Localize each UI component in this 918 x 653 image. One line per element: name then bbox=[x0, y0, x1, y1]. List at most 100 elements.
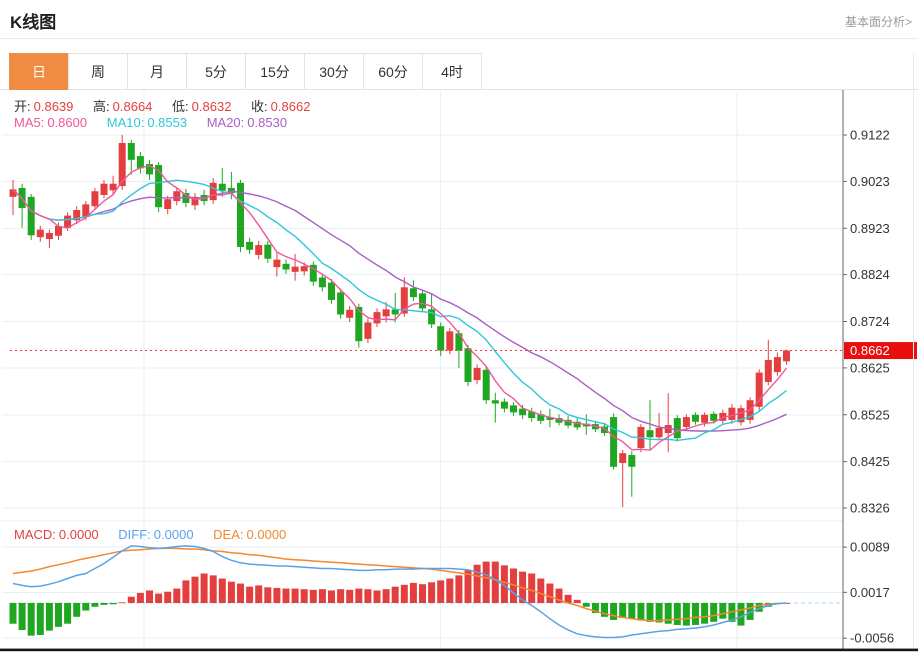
candle-body bbox=[382, 309, 390, 317]
macd-bar bbox=[246, 586, 254, 603]
macd-bar bbox=[309, 589, 317, 603]
macd-bar bbox=[646, 603, 654, 622]
candle-body bbox=[127, 142, 135, 160]
candle-body bbox=[755, 372, 763, 407]
candle-body bbox=[673, 418, 681, 439]
ma5-line bbox=[12, 165, 788, 451]
y-axis-label: 0.8923 bbox=[850, 221, 890, 236]
macd-bar bbox=[136, 592, 144, 603]
macd-bar bbox=[346, 589, 354, 603]
macd-bar bbox=[100, 603, 108, 605]
macd-bar bbox=[719, 603, 727, 619]
candle-body bbox=[109, 183, 117, 191]
tab-周[interactable]: 周 bbox=[68, 53, 128, 90]
y-axis-label: 0.8724 bbox=[850, 314, 890, 329]
macd-bar bbox=[282, 588, 290, 603]
ma5-value: 0.8600 bbox=[47, 115, 88, 130]
macd-bar bbox=[482, 561, 490, 603]
y-axis-label: 0.9023 bbox=[850, 174, 890, 189]
candle-body bbox=[218, 183, 226, 191]
y-axis-label: 0.8326 bbox=[850, 501, 890, 516]
macd-bar bbox=[18, 603, 26, 630]
macd-bar bbox=[446, 578, 454, 603]
tab-月[interactable]: 月 bbox=[127, 53, 187, 90]
macd-bar bbox=[573, 599, 581, 603]
macd-bar bbox=[610, 603, 618, 620]
candle-body bbox=[710, 413, 718, 421]
high-value: 0.8664 bbox=[112, 99, 153, 114]
candle-body bbox=[482, 369, 490, 401]
candle-body bbox=[510, 405, 517, 413]
low-value: 0.8632 bbox=[191, 99, 232, 114]
y-axis-label: 0.9122 bbox=[850, 128, 890, 143]
candle-body bbox=[328, 282, 335, 300]
candle-body bbox=[100, 183, 108, 195]
candle-body bbox=[255, 245, 263, 255]
candle-body bbox=[701, 414, 709, 423]
tab-5分[interactable]: 5分 bbox=[186, 53, 246, 90]
close-value: 0.8662 bbox=[270, 99, 311, 114]
y-axis-label: -0.0056 bbox=[850, 631, 894, 646]
macd-bar bbox=[409, 582, 417, 603]
macd-bar bbox=[82, 603, 90, 611]
tab-日[interactable]: 日 bbox=[9, 53, 69, 90]
macd-bar bbox=[291, 588, 299, 603]
macd-bar bbox=[391, 586, 399, 603]
tab-30分[interactable]: 30分 bbox=[304, 53, 364, 90]
candle-body bbox=[337, 292, 345, 315]
macd-bar bbox=[155, 593, 163, 603]
macd-label: MACD: bbox=[14, 527, 56, 542]
macd-value: 0.0000 bbox=[58, 527, 99, 542]
macd-bar bbox=[264, 587, 272, 603]
interval-tabbar: 日周月 5分 15分 30分 60分 4时 bbox=[9, 53, 482, 90]
macd-bar bbox=[655, 603, 663, 623]
macd-bar bbox=[437, 580, 445, 603]
macd-bar bbox=[182, 580, 190, 603]
tab-15分[interactable]: 15分 bbox=[245, 53, 305, 90]
candle-body bbox=[473, 367, 481, 381]
macd-bar bbox=[382, 589, 390, 603]
candle-body bbox=[610, 417, 618, 467]
y-axis-label: 0.0017 bbox=[850, 585, 890, 600]
macd-bar bbox=[209, 575, 217, 603]
candle-body bbox=[27, 196, 35, 236]
macd-bar bbox=[710, 603, 718, 622]
candle-body bbox=[728, 407, 736, 420]
open-label: 开: bbox=[14, 99, 31, 114]
macd-bar bbox=[328, 590, 335, 603]
macd-bar bbox=[27, 603, 35, 636]
macd-bar bbox=[355, 588, 363, 603]
y-axis-label: 0.8525 bbox=[850, 407, 890, 422]
macd-bar bbox=[146, 590, 153, 603]
ohlc-row: 开: 0.8639 高: 0.8664 低: 0.8632 收: 0.8662 bbox=[14, 96, 313, 115]
diff-line bbox=[12, 545, 787, 639]
kline-page: K线图 基本面分析> 日周月 5分 15分 30分 60分 4时 0.9122 0.9023… bbox=[0, 0, 918, 653]
y-axis-label: 0.8625 bbox=[850, 360, 890, 375]
candle-body bbox=[446, 331, 454, 351]
candle-body bbox=[346, 309, 354, 318]
macd-bar bbox=[164, 591, 172, 603]
open-value: 0.8639 bbox=[33, 99, 74, 114]
macd-legend-row: MACD: 0.0000 DIFF: 0.0000 DEA: 0.0000 bbox=[14, 527, 289, 542]
macd-bar bbox=[419, 584, 426, 603]
current-price-tag-label: 0.8662 bbox=[850, 343, 890, 358]
macd-bar bbox=[255, 585, 263, 603]
macd-bar bbox=[364, 589, 372, 603]
macd-bar bbox=[237, 583, 244, 603]
candle-body bbox=[419, 293, 426, 309]
candle-body bbox=[500, 401, 508, 409]
tab-60分[interactable]: 60分 bbox=[363, 53, 423, 90]
macd-bar bbox=[55, 603, 62, 627]
dea-value: 0.0000 bbox=[246, 527, 287, 542]
candle-body bbox=[628, 455, 636, 467]
candle-body bbox=[619, 453, 627, 464]
candle-body bbox=[91, 191, 99, 207]
close-label: 收: bbox=[251, 99, 268, 114]
ma10-label: MA10: bbox=[106, 115, 145, 130]
ma10-value: 0.8553 bbox=[147, 115, 188, 130]
tab-4时[interactable]: 4时 bbox=[422, 53, 482, 90]
macd-bar bbox=[118, 602, 126, 604]
dea-label: DEA: bbox=[213, 527, 244, 542]
candle-body bbox=[173, 191, 181, 202]
macd-bar bbox=[91, 603, 99, 607]
